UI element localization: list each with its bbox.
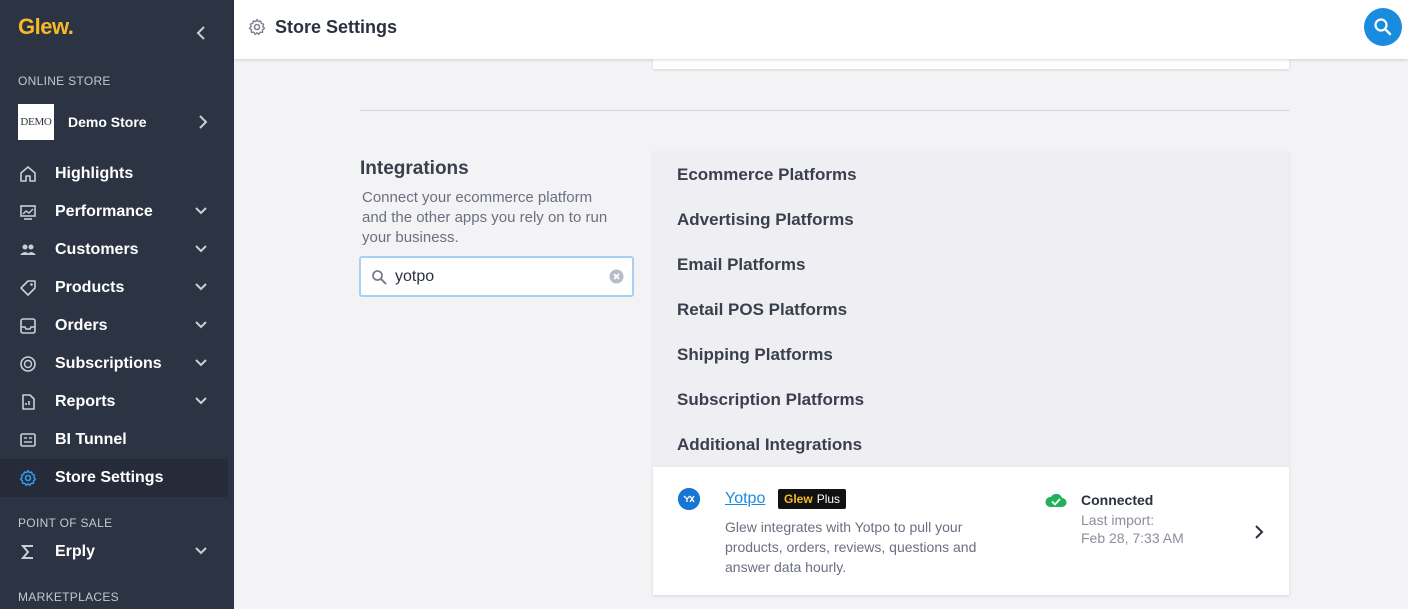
sidebar-item-label: Reports: [55, 393, 116, 410]
page-title: Store Settings: [275, 17, 398, 37]
search-icon: [1374, 18, 1392, 36]
marketplaces-label: MARKETPLACES: [18, 590, 119, 604]
gear-icon: [18, 468, 38, 488]
glew-plus-badge: Glew Plus: [778, 489, 847, 509]
chevron-down-icon: [195, 321, 207, 329]
chevron-down-icon: [195, 207, 207, 215]
sidebar-item-subscriptions[interactable]: Subscriptions: [0, 345, 228, 383]
sidebar-item-label: Erply: [55, 543, 96, 560]
yotpo-link[interactable]: Yotpo: [725, 490, 765, 508]
sidebar-item-label: Subscriptions: [55, 355, 162, 372]
category-shipping-platforms[interactable]: Shipping Platforms: [677, 345, 833, 365]
sidebar-item-store-settings[interactable]: Store Settings: [0, 459, 228, 497]
last-import-label: Last import:: [1081, 512, 1155, 528]
users-icon: [18, 240, 38, 260]
store-logo: DEMO: [18, 104, 54, 140]
search-icon: [372, 270, 387, 285]
category-subscription-platforms[interactable]: Subscription Platforms: [677, 390, 864, 410]
category-advertising-platforms[interactable]: Advertising Platforms: [677, 210, 854, 230]
sidebar-item-label: Highlights: [55, 165, 134, 182]
cloud-check-icon: [1045, 493, 1067, 507]
integrations-title: Integrations: [360, 158, 469, 179]
integration-result-yotpo[interactable]: Yotpo Glew Plus Glew integrates with Yot…: [653, 467, 1289, 595]
sidebar-item-highlights[interactable]: Highlights: [0, 155, 228, 193]
chevron-left-icon[interactable]: [194, 24, 208, 42]
store-name: Demo Store: [68, 114, 147, 130]
inbox-icon: [18, 316, 38, 336]
chevron-down-icon: [195, 359, 207, 367]
sidebar: Glew. ONLINE STORE DEMO Demo Store Highl…: [0, 0, 234, 609]
chevron-down-icon: [195, 547, 207, 555]
gear-icon: [248, 18, 266, 36]
tag-icon: [18, 278, 38, 298]
category-email-platforms[interactable]: Email Platforms: [677, 255, 806, 275]
category-additional-integrations[interactable]: Additional Integrations: [677, 435, 862, 455]
sidebar-item-label: BI Tunnel: [55, 431, 127, 448]
report-icon: [18, 392, 38, 412]
top-header: Store Settings: [234, 0, 1408, 59]
point-of-sale-label: POINT OF SALE: [18, 516, 113, 530]
sidebar-item-performance[interactable]: Performance: [0, 193, 228, 231]
online-store-label: ONLINE STORE: [18, 74, 111, 88]
chevron-down-icon: [195, 397, 207, 405]
sidebar-item-label: Performance: [55, 203, 153, 220]
store-selector[interactable]: DEMO Demo Store: [18, 104, 218, 140]
sidebar-item-bi-tunnel[interactable]: BI Tunnel: [0, 421, 228, 459]
integration-search-input[interactable]: [395, 266, 595, 288]
last-import-value: Feb 28, 7:33 AM: [1081, 530, 1184, 546]
clear-search-icon[interactable]: [609, 269, 624, 284]
integrations-description: Connect your ecommerce platform and the …: [362, 189, 608, 246]
chart-icon: [18, 202, 38, 222]
connection-status: Connected: [1081, 492, 1154, 508]
bi-tunnel-icon: [18, 430, 38, 450]
glew-logo[interactable]: Glew.: [18, 14, 74, 40]
sidebar-item-erply[interactable]: Erply: [0, 533, 228, 571]
integration-categories: Ecommerce Platforms Advertising Platform…: [653, 152, 1289, 467]
category-retail-pos-platforms[interactable]: Retail POS Platforms: [677, 300, 847, 320]
sidebar-item-label: Customers: [55, 241, 139, 258]
sigma-icon: [18, 542, 38, 562]
integration-search-box: [359, 256, 634, 297]
sidebar-item-label: Store Settings: [55, 469, 164, 486]
chevron-down-icon: [195, 283, 207, 291]
global-search-button[interactable]: [1364, 8, 1402, 46]
chevron-down-icon: [195, 245, 207, 253]
subscriptions-icon: [18, 354, 38, 374]
chevron-right-icon: [199, 115, 208, 129]
sidebar-item-products[interactable]: Products: [0, 269, 228, 307]
badge-tier: Plus: [816, 492, 841, 506]
integration-description: Glew integrates with Yotpo to pull your …: [725, 519, 977, 575]
sidebar-item-label: Orders: [55, 317, 108, 334]
home-icon: [18, 164, 38, 184]
badge-brand: Glew: [784, 492, 813, 506]
section-divider: [360, 110, 1290, 111]
sidebar-item-customers[interactable]: Customers: [0, 231, 228, 269]
sidebar-item-label: Products: [55, 279, 125, 296]
category-ecommerce-platforms[interactable]: Ecommerce Platforms: [677, 165, 857, 185]
sidebar-item-orders[interactable]: Orders: [0, 307, 228, 345]
chevron-right-icon[interactable]: [1254, 524, 1264, 540]
yotpo-logo: [678, 488, 700, 510]
sidebar-item-reports[interactable]: Reports: [0, 383, 228, 421]
